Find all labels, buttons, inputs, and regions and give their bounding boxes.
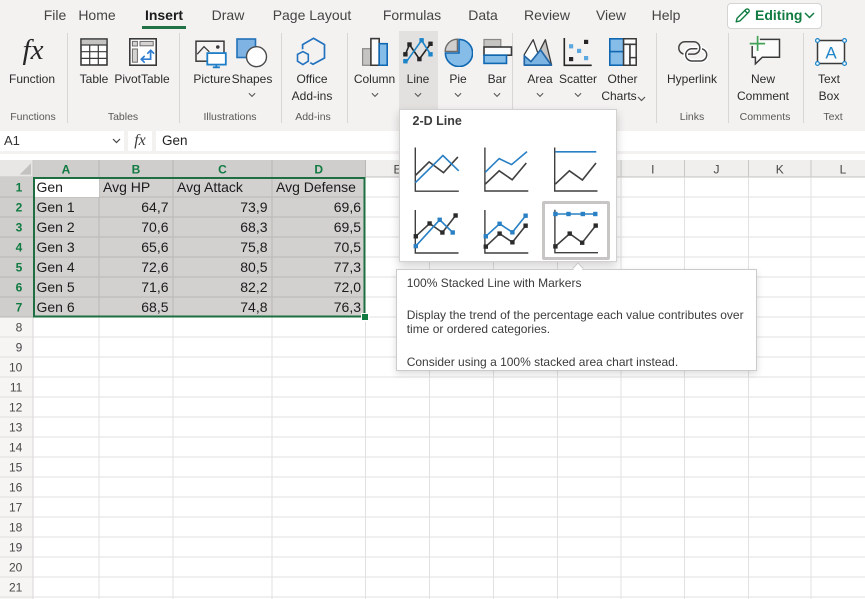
svg-text:18: 18 [9,521,23,535]
svg-text:69,6: 69,6 [334,199,361,215]
svg-text:A: A [825,44,837,63]
svg-text:7: 7 [16,301,23,315]
svg-text:11: 11 [10,381,23,395]
svg-text:C: C [218,163,227,177]
svg-text:Avg Defense: Avg Defense [276,179,356,195]
svg-text:75,8: 75,8 [240,239,267,255]
svg-text:12: 12 [9,401,23,415]
svg-text:64,7: 64,7 [141,199,168,215]
svg-text:65,6: 65,6 [141,239,168,255]
svg-text:70,6: 70,6 [141,219,168,235]
svg-text:70,5: 70,5 [334,239,361,255]
svg-text:Gen: Gen [37,179,63,195]
svg-text:71,6: 71,6 [141,279,168,295]
svg-text:B: B [132,163,141,177]
svg-text:Gen 5: Gen 5 [37,279,75,295]
svg-text:13: 13 [9,421,23,435]
svg-text:82,2: 82,2 [240,279,267,295]
svg-text:72,0: 72,0 [334,279,361,295]
svg-text:14: 14 [9,441,23,455]
svg-text:Gen 4: Gen 4 [37,259,75,275]
svg-text:68,3: 68,3 [240,219,267,235]
svg-text:72,6: 72,6 [141,259,168,275]
svg-text:76,3: 76,3 [334,299,361,315]
svg-text:80,5: 80,5 [240,259,267,275]
svg-text:74,8: 74,8 [240,299,267,315]
svg-text:9: 9 [16,341,23,355]
svg-text:3: 3 [16,221,23,235]
svg-text:68,5: 68,5 [141,299,168,315]
svg-text:5: 5 [16,261,23,275]
svg-text:Avg HP: Avg HP [103,179,150,195]
svg-text:2: 2 [16,201,23,215]
svg-text:73,9: 73,9 [240,199,267,215]
svg-text:D: D [314,163,323,177]
svg-text:Avg Attack: Avg Attack [177,179,244,195]
svg-text:17: 17 [9,501,23,515]
svg-text:6: 6 [16,281,23,295]
svg-text:10: 10 [9,361,23,375]
svg-text:8: 8 [16,321,23,335]
svg-text:I: I [651,163,654,177]
svg-text:Gen 3: Gen 3 [37,239,75,255]
svg-text:Gen 1: Gen 1 [37,199,75,215]
svg-text:19: 19 [9,541,23,555]
svg-text:16: 16 [9,481,23,495]
svg-text:77,3: 77,3 [334,259,361,275]
svg-text:A: A [62,163,71,177]
svg-text:1: 1 [16,181,23,195]
svg-text:L: L [840,163,847,177]
svg-text:15: 15 [9,461,23,475]
svg-text:J: J [714,163,720,177]
svg-text:4: 4 [16,241,23,255]
svg-text:Gen 2: Gen 2 [37,219,75,235]
svg-text:69,5: 69,5 [334,219,361,235]
svg-text:20: 20 [9,561,23,575]
svg-text:21: 21 [9,581,23,595]
svg-text:K: K [776,163,784,177]
svg-text:Gen 6: Gen 6 [37,299,75,315]
